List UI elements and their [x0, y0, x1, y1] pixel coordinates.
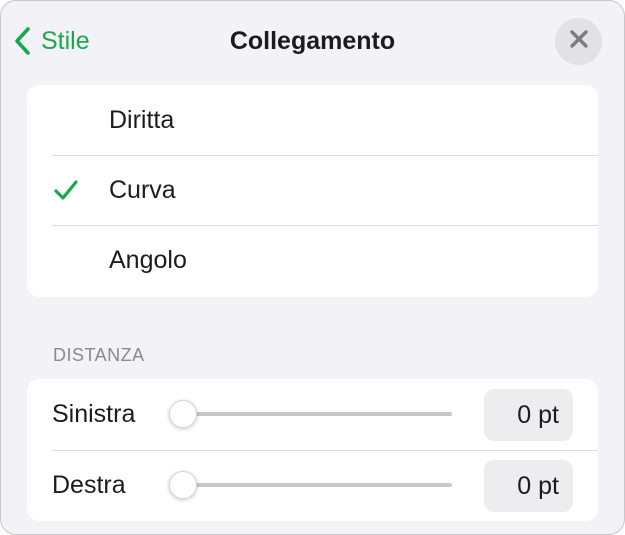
- checkmark-icon: [53, 177, 79, 208]
- popover-title: Collegamento: [229, 27, 396, 55]
- slider-thumb[interactable]: [169, 471, 197, 499]
- option-label: Angolo: [109, 246, 187, 274]
- option-curva[interactable]: Curva: [27, 155, 598, 225]
- option-label: Diritta: [109, 106, 175, 134]
- left-distance-slider[interactable]: [169, 400, 452, 428]
- option-angolo[interactable]: Angolo: [27, 225, 598, 295]
- distance-row-left: Sinistra 0 pt: [27, 379, 598, 450]
- option-diritta[interactable]: Diritta: [27, 85, 598, 155]
- left-distance-value-field[interactable]: 0 pt: [484, 389, 573, 441]
- distance-label: Sinistra: [52, 400, 136, 428]
- option-label: Curva: [109, 176, 176, 204]
- close-button[interactable]: [555, 18, 602, 65]
- popover-header: Stile Collegamento: [1, 1, 624, 81]
- right-distance-value-field[interactable]: 0 pt: [484, 460, 573, 512]
- slider-thumb[interactable]: [169, 400, 197, 428]
- slider-track: [177, 483, 452, 487]
- distance-card: Sinistra 0 pt Destra 0 pt: [27, 379, 598, 521]
- connection-popover: Stile Collegamento Diritta Curva Angolo …: [0, 0, 625, 535]
- connection-type-list: Diritta Curva Angolo: [27, 85, 598, 297]
- slider-track: [177, 412, 452, 416]
- close-icon: [569, 29, 589, 54]
- distance-section-header: DISTANZA: [53, 345, 145, 365]
- distance-row-right: Destra 0 pt: [27, 450, 598, 521]
- distance-label: Destra: [52, 471, 126, 499]
- right-distance-slider[interactable]: [169, 471, 452, 499]
